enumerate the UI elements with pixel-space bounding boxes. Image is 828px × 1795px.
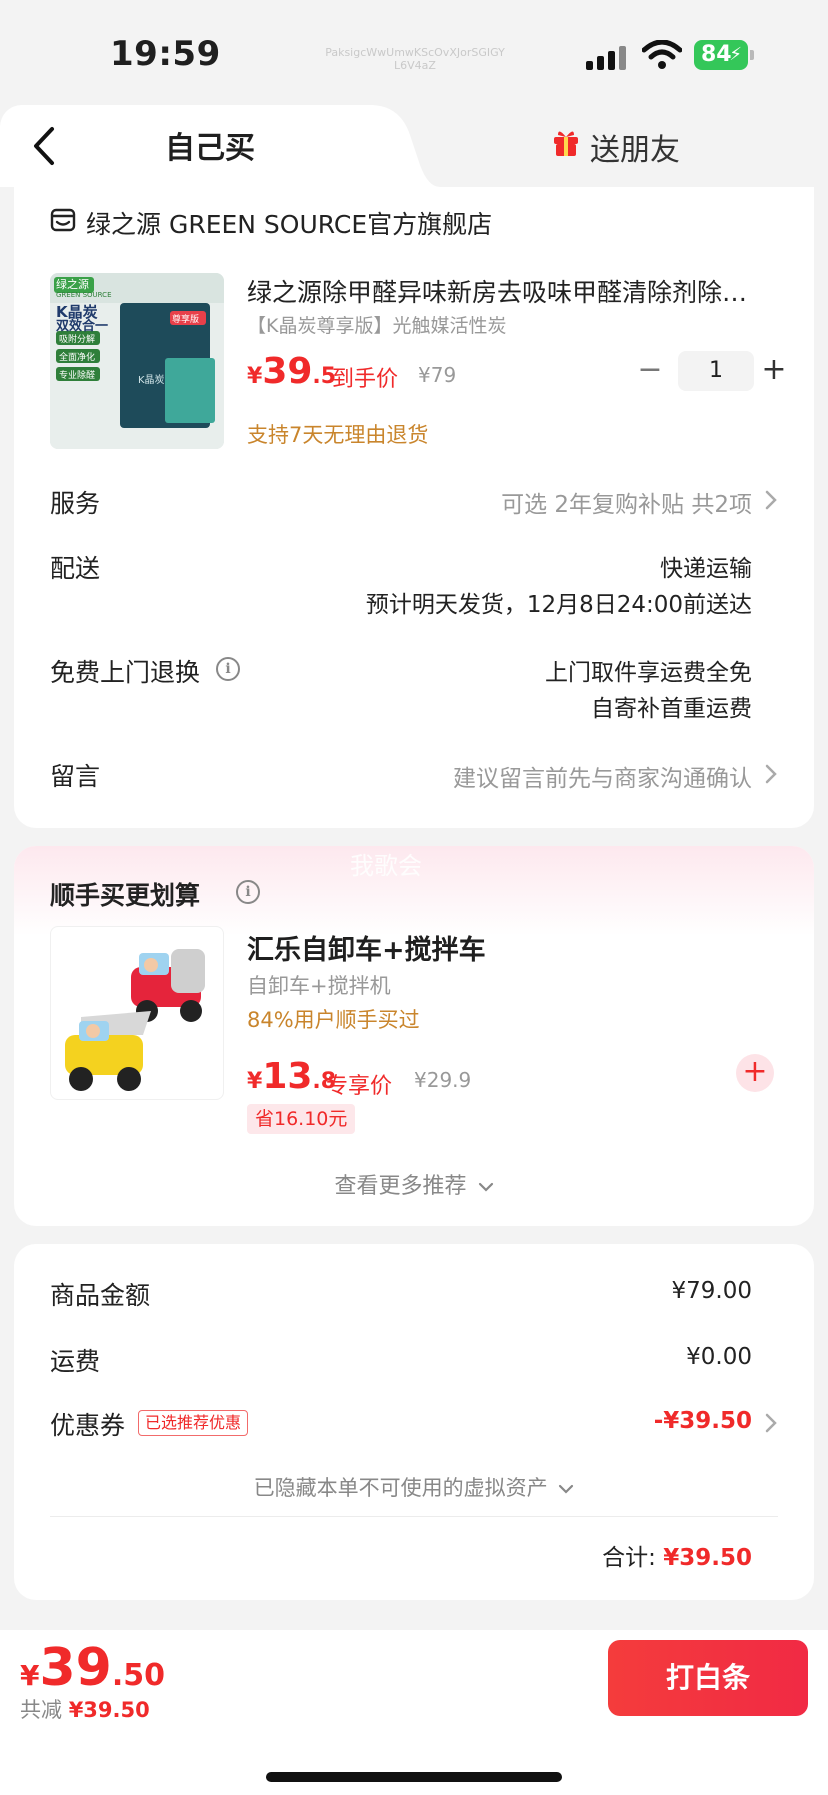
service-chevron-right-icon[interactable]: [764, 489, 778, 511]
quantity-input[interactable]: 1: [678, 351, 754, 391]
store-icon: [50, 208, 76, 232]
bundle-title: 顺手买更划算: [50, 881, 201, 910]
discount-label: 共减: [20, 1698, 62, 1722]
delivery-method: 快递运输: [660, 556, 752, 582]
product-image-brand-en: GREEN SOURCE: [56, 291, 112, 299]
savings-badge: 省16.10元: [247, 1104, 356, 1134]
message-label: 留言: [50, 762, 101, 791]
battery-level: 84: [701, 42, 732, 67]
free-return-line2: 自寄补首重运费: [591, 696, 752, 722]
tab-send-friend-label: 送朋友: [590, 133, 680, 168]
home-indicator[interactable]: [266, 1772, 562, 1782]
total-label: 合计:: [602, 1545, 656, 1571]
back-arrow-icon[interactable]: [28, 123, 64, 169]
purchase-mode-tabs: 自己买 送朋友: [0, 105, 828, 187]
service-label: 服务: [50, 489, 101, 518]
chevron-down-icon: [478, 1182, 493, 1192]
discount-value: ¥39.50: [68, 1698, 150, 1722]
delivery-label: 配送: [50, 554, 101, 583]
wifi-icon: [642, 40, 682, 69]
bundle-watermark: 我歌会: [350, 852, 422, 880]
checkout-discount: 共减 ¥39.50: [20, 1694, 150, 1724]
checkout-price-currency: ¥: [20, 1659, 40, 1692]
add-bundle-item-button[interactable]: +: [736, 1054, 774, 1092]
cellular-signal-icon: [586, 44, 630, 70]
product-title[interactable]: 绿之源除甲醛异味新房去吸味甲醛清除剂除…: [247, 273, 787, 309]
status-watermark: PaksigcWwUmwKScOvXJorSGIGY L6V4aZ: [325, 46, 505, 72]
quantity-decrease-button[interactable]: −: [632, 353, 668, 389]
shipping-value: ¥0.00: [686, 1344, 752, 1370]
chevron-down-icon: [559, 1484, 574, 1494]
bundle-info-icon[interactable]: i: [236, 880, 260, 904]
charging-bolt-icon: ⚡: [729, 44, 742, 65]
more-recommendations-link[interactable]: 查看更多推荐: [14, 1168, 814, 1200]
coupon-value[interactable]: -¥39.50: [654, 1408, 752, 1434]
product-image-box-label: K晶炭: [138, 375, 165, 386]
toy-name[interactable]: 汇乐自卸车+搅拌车: [247, 928, 486, 967]
toy-price-currency: ¥: [247, 1069, 263, 1094]
goods-amount-value: ¥79.00: [671, 1278, 752, 1304]
order-item-card: 绿之源 GREEN SOURCE官方旗舰店 绿之源 GREEN SOURCE K…: [14, 187, 814, 828]
delivery-eta: 预计明天发货，12月8日24:00前送达: [365, 592, 752, 618]
product-sku[interactable]: 【K晶炭尊享版】光触媒活性炭: [247, 311, 506, 338]
price-currency: ¥: [247, 364, 263, 389]
toy-price: ¥13.8: [247, 1056, 336, 1097]
checkout-price-integer: 39: [39, 1638, 112, 1698]
toy-image[interactable]: [50, 926, 224, 1100]
more-recommendations-label: 查看更多推荐: [334, 1174, 467, 1199]
order-total: 合计: ¥39.50: [602, 1538, 752, 1572]
bundle-recommend-card: 我歌会 顺手买更划算 i 汇乐自卸车+搅拌车 自卸车+搅拌机 84%用户顺手买过…: [14, 846, 814, 1226]
original-price: ¥79: [418, 363, 457, 387]
price-integer: 39: [262, 351, 313, 392]
toy-trucks-illustration: [65, 949, 205, 1091]
product-image-brand: 绿之源: [56, 278, 89, 291]
store-name[interactable]: 绿之源 GREEN SOURCE官方旗舰店: [86, 205, 492, 241]
goods-amount-label: 商品金额: [50, 1281, 151, 1310]
shipping-label: 运费: [50, 1347, 101, 1376]
checkout-price-decimal: .50: [111, 1658, 166, 1693]
price-summary-card: 商品金额 ¥79.00 运费 ¥0.00 优惠券 已选推荐优惠 -¥39.50 …: [14, 1244, 814, 1600]
toy-price-tag: 专享价: [326, 1074, 393, 1099]
free-return-line1: 上门取件享运费全免: [545, 660, 752, 686]
price-tag: 到手价: [332, 367, 399, 392]
toy-subtitle: 自卸车+搅拌机: [247, 974, 391, 998]
coupon-chevron-right-icon[interactable]: [764, 1412, 778, 1434]
battery-icon: 84 ⚡: [694, 40, 754, 70]
tab-send-friend[interactable]: 送朋友: [590, 125, 680, 169]
toy-price-integer: 13: [262, 1056, 313, 1097]
product-image-tag2: 全面净化: [59, 353, 96, 363]
hidden-assets-label: 已隐藏本单不可使用的虚拟资产: [253, 1476, 548, 1500]
tab-self-buy-label[interactable]: 自己买: [120, 123, 300, 167]
product-image-tag1: 吸附分解: [59, 335, 96, 345]
summary-divider: [50, 1516, 778, 1517]
coupon-recommended-badge: 已选推荐优惠: [138, 1410, 249, 1436]
product-image-badge: 尊享版: [172, 315, 200, 325]
status-time: 19:59: [110, 34, 221, 74]
return-policy-note: 支持7天无理由退货: [247, 423, 429, 447]
toy-buyers-rate: 84%用户顺手买过: [247, 1008, 420, 1032]
free-return-label: 免费上门退换: [50, 658, 201, 687]
message-chevron-right-icon[interactable]: [764, 763, 778, 785]
service-value[interactable]: 可选 2年复购补贴 共2项: [501, 485, 752, 519]
free-return-info-icon[interactable]: i: [216, 657, 240, 681]
hidden-virtual-assets-toggle[interactable]: 已隐藏本单不可使用的虚拟资产: [14, 1472, 814, 1502]
message-input[interactable]: 建议留言前先与商家沟通确认: [453, 759, 752, 793]
gift-icon: [554, 131, 578, 156]
product-image[interactable]: 绿之源 GREEN SOURCE K晶炭 双效合一 吸附分解 全面净化 专业除醛…: [50, 273, 224, 449]
checkout-price: ¥39.50: [20, 1638, 165, 1698]
toy-original-price: ¥29.9: [414, 1068, 472, 1092]
status-bar: 19:59 PaksigcWwUmwKScOvXJorSGIGY L6V4aZ …: [0, 0, 828, 105]
checkout-bar: ¥39.50 共减 ¥39.50 打白条: [0, 1630, 828, 1795]
pay-with-baitiao-button[interactable]: 打白条: [608, 1640, 808, 1716]
product-image-tag3: 专业除醛: [59, 371, 96, 381]
total-value: ¥39.50: [663, 1545, 752, 1571]
quantity-increase-button[interactable]: +: [756, 353, 792, 389]
coupon-label: 优惠券: [50, 1411, 126, 1440]
product-price: ¥39.5: [247, 351, 336, 392]
